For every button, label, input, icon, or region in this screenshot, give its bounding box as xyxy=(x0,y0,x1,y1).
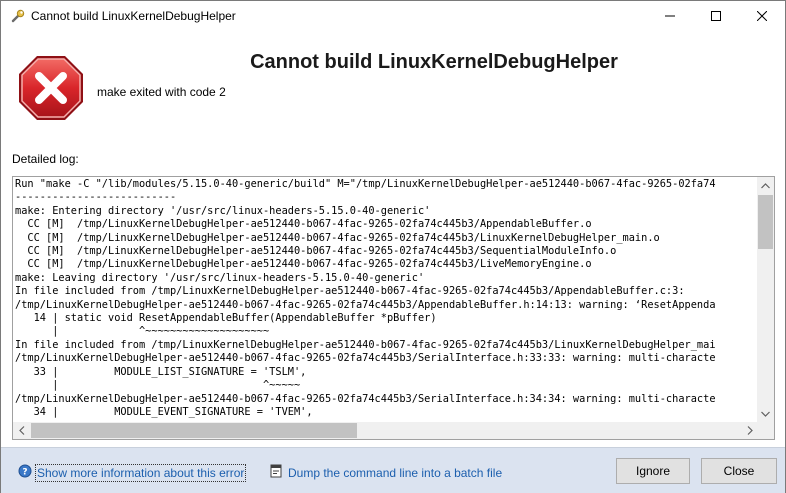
log-label: Detailed log: xyxy=(12,152,79,166)
log-content[interactable]: Run "make -C "/lib/modules/5.15.0-40-gen… xyxy=(15,178,758,423)
vertical-scrollbar[interactable] xyxy=(757,177,774,422)
log-line: 34 | MODULE_EVENT_SIGNATURE = 'TVEM', xyxy=(15,405,313,418)
chevron-up-icon xyxy=(761,182,770,188)
detailed-log-textbox[interactable]: Run "make -C "/lib/modules/5.15.0-40-gen… xyxy=(12,176,775,440)
log-line: make: Entering directory '/usr/src/linux… xyxy=(15,204,431,217)
log-line: /tmp/LinuxKernelDebugHelper-ae512440-b06… xyxy=(15,298,716,311)
log-line: make: Leaving directory '/usr/src/linux-… xyxy=(15,271,425,284)
log-line: 14 | static void ResetAppendableBuffer(A… xyxy=(15,312,437,325)
close-icon xyxy=(757,11,767,21)
error-message: make exited with code 2 xyxy=(97,85,226,99)
dump-command-line-label[interactable]: Dump the command line into a batch file xyxy=(288,466,502,480)
minimize-icon xyxy=(665,15,675,17)
scroll-down-button[interactable] xyxy=(757,405,774,422)
scroll-right-button[interactable] xyxy=(741,422,758,439)
dump-command-line-link[interactable]: Dump the command line into a batch file xyxy=(269,464,502,481)
help-icon: ? xyxy=(18,464,32,481)
chevron-left-icon xyxy=(18,426,24,435)
chevron-down-icon xyxy=(761,411,770,417)
horizontal-scrollbar[interactable] xyxy=(13,422,758,439)
scroll-up-button[interactable] xyxy=(757,177,774,194)
ignore-button[interactable]: Ignore xyxy=(616,458,690,484)
vertical-scroll-thumb[interactable] xyxy=(758,195,773,249)
scrollbar-corner xyxy=(757,422,774,439)
dialog-heading: Cannot build LinuxKernelDebugHelper xyxy=(250,51,618,73)
close-window-button[interactable] xyxy=(739,1,785,31)
log-line: In file included from /tmp/LinuxKernelDe… xyxy=(15,338,716,351)
maximize-button[interactable] xyxy=(693,1,739,31)
log-line: CC [M] /tmp/LinuxKernelDebugHelper-ae512… xyxy=(15,258,592,271)
chevron-right-icon xyxy=(747,426,753,435)
error-dialog: Cannot build LinuxKernelDebugHelper Cann… xyxy=(0,0,786,493)
show-more-info-link[interactable]: ? Show more information about this error xyxy=(18,463,247,482)
log-line: | ^~~~~~~~~~~~~~~~~~~~~ xyxy=(15,325,270,338)
dialog-footer: ? Show more information about this error… xyxy=(1,447,785,493)
close-button[interactable]: Close xyxy=(701,458,777,484)
minimize-button[interactable] xyxy=(647,1,693,31)
wrench-icon xyxy=(10,8,26,24)
log-line: /tmp/LinuxKernelDebugHelper-ae512440-b06… xyxy=(15,352,716,365)
maximize-icon xyxy=(711,11,721,21)
title-bar[interactable]: Cannot build LinuxKernelDebugHelper xyxy=(1,1,785,31)
log-line: 33 | MODULE_LIST_SIGNATURE = 'TSLM', xyxy=(15,365,307,378)
scroll-left-button[interactable] xyxy=(13,422,30,439)
log-line: -------------------------- xyxy=(15,191,177,204)
window-title: Cannot build LinuxKernelDebugHelper xyxy=(31,9,236,23)
horizontal-scroll-thumb[interactable] xyxy=(31,423,357,438)
log-line: CC [M] /tmp/LinuxKernelDebugHelper-ae512… xyxy=(15,245,617,258)
log-line: In file included from /tmp/LinuxKernelDe… xyxy=(15,285,685,298)
svg-text:?: ? xyxy=(22,468,27,478)
log-line: CC [M] /tmp/LinuxKernelDebugHelper-ae512… xyxy=(15,231,660,244)
log-line: Run "make -C "/lib/modules/5.15.0-40-gen… xyxy=(15,178,716,190)
log-line: | ^~~~~~ xyxy=(15,379,301,392)
log-line: CC [M] /tmp/LinuxKernelDebugHelper-ae512… xyxy=(15,218,592,231)
show-more-info-label[interactable]: Show more information about this error xyxy=(34,463,247,482)
batch-file-icon xyxy=(269,464,283,481)
log-line: /tmp/LinuxKernelDebugHelper-ae512440-b06… xyxy=(15,392,716,405)
